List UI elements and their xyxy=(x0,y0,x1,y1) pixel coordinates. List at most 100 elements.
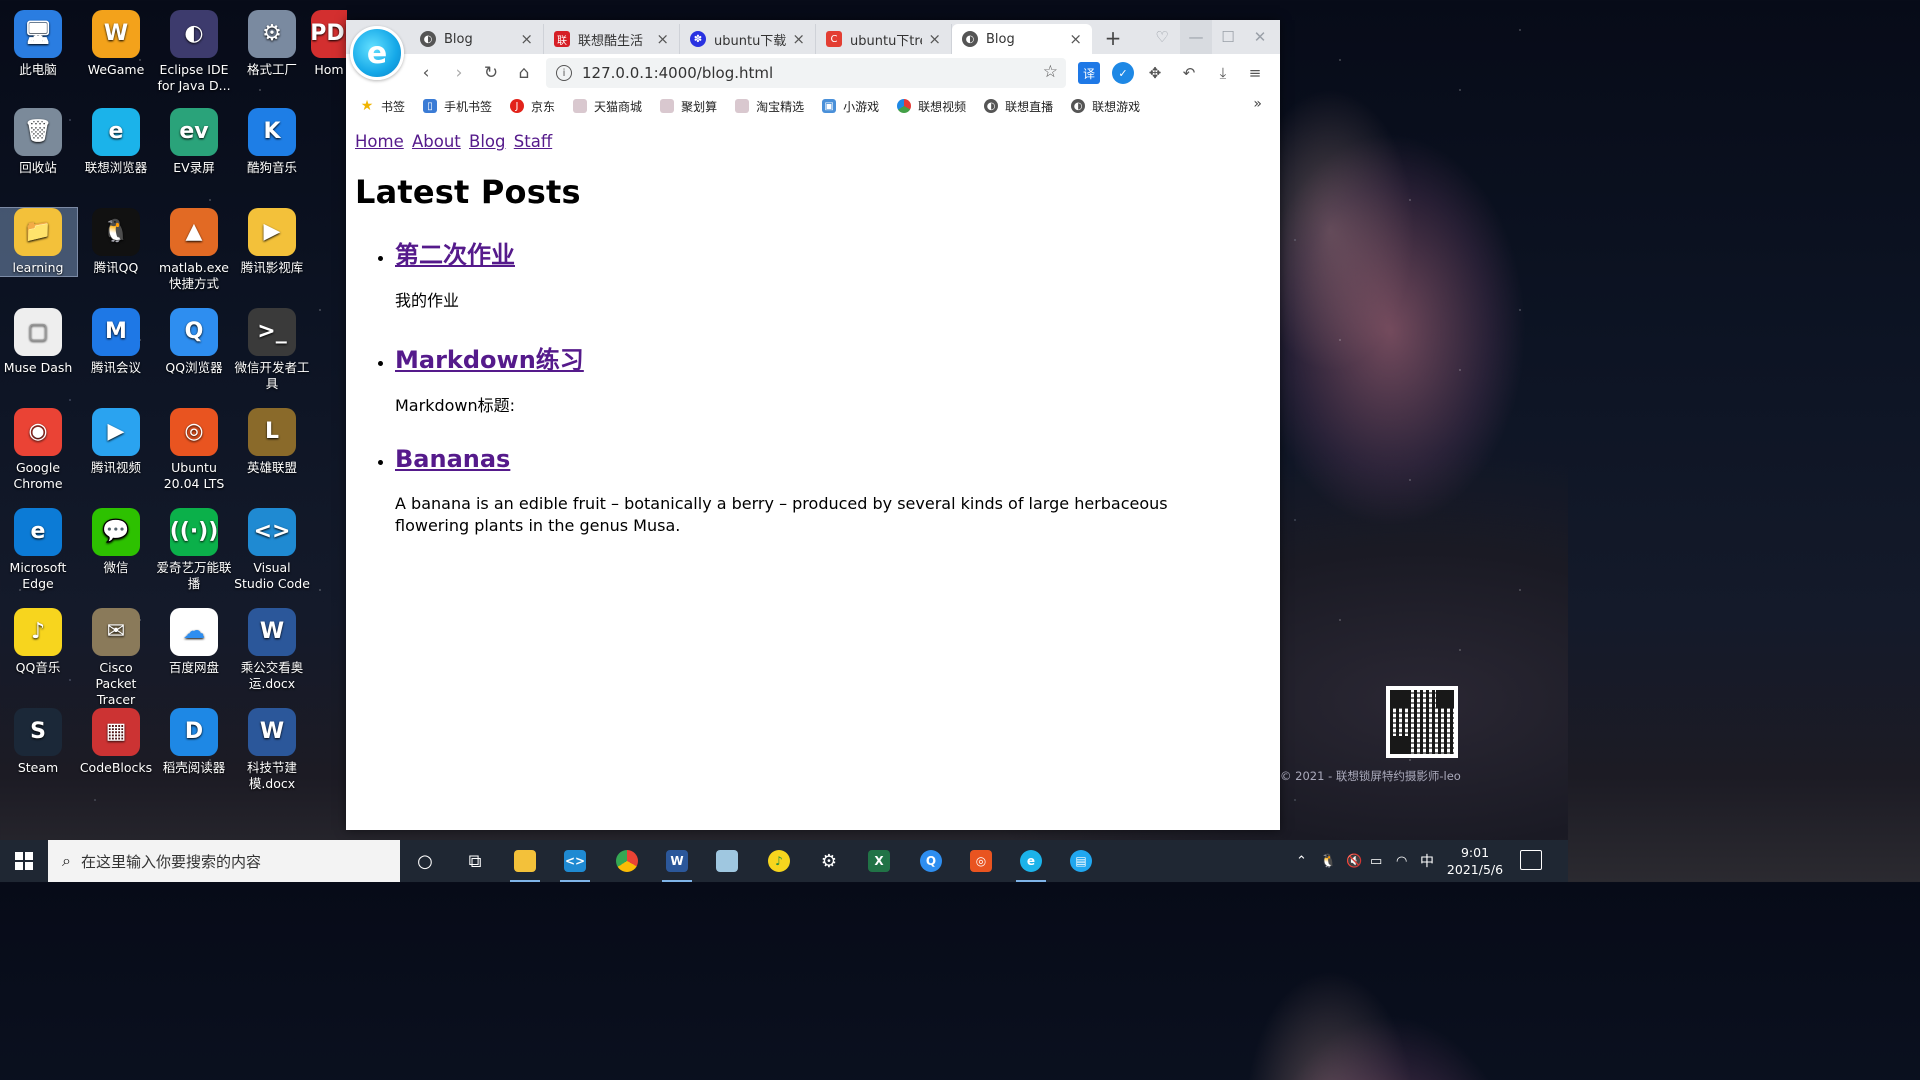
desktop-icon[interactable]: ⚙ 格式工厂 xyxy=(233,10,311,78)
bookmark-item[interactable]: J 京东 xyxy=(510,98,555,115)
desktop-icon[interactable]: W WeGame xyxy=(77,10,155,78)
shield-extension-icon[interactable]: ✓ xyxy=(1112,62,1134,84)
task-view-icon[interactable]: ⧉ xyxy=(458,846,492,876)
close-window-button[interactable]: ✕ xyxy=(1244,20,1276,54)
file-explorer-icon[interactable] xyxy=(508,846,542,882)
site-info-icon[interactable]: i xyxy=(556,65,572,81)
tab-close-icon[interactable]: × xyxy=(520,30,533,48)
desktop-icon[interactable]: 🖥 此电脑 xyxy=(0,10,77,78)
desktop-icon[interactable]: 🐧 腾讯QQ xyxy=(77,208,155,276)
desktop-icon[interactable]: ◎ Ubuntu 20.04 LTS xyxy=(155,408,233,492)
desktop-icon[interactable]: ▢ Muse Dash xyxy=(0,308,77,376)
wifi-icon[interactable]: ◠ xyxy=(1396,840,1407,882)
desktop-icon[interactable]: 📁 learning xyxy=(0,207,78,277)
tab-close-icon[interactable]: × xyxy=(792,30,805,48)
bookmark-item[interactable]: ▣ 小游戏 xyxy=(822,98,879,115)
excel-taskbar-icon[interactable]: X xyxy=(862,846,896,876)
tray-chevron-icon[interactable]: ⌃ xyxy=(1296,840,1307,882)
desktop-icon[interactable]: K 酷狗音乐 xyxy=(233,108,311,176)
lenovo-browser-taskbar-icon[interactable]: e xyxy=(1014,846,1048,882)
taskbar-search-box[interactable]: ⌕ 在这里输入你要搜索的内容 xyxy=(48,840,400,882)
browser-taskbar-icon[interactable]: ▤ xyxy=(1064,846,1098,876)
qqmusic-taskbar-icon[interactable]: ♪ xyxy=(762,846,796,876)
browser-logo-icon[interactable]: e xyxy=(350,26,404,80)
desktop-icon[interactable]: e 联想浏览器 xyxy=(77,108,155,176)
tab-ubuntu-csdn[interactable]: C ubuntu下tre × xyxy=(816,24,952,54)
desktop-icon[interactable]: e Microsoft Edge xyxy=(0,508,77,592)
tab-close-icon[interactable]: × xyxy=(1069,30,1082,48)
desktop-icon[interactable]: Q QQ浏览器 xyxy=(155,308,233,376)
post-title-link[interactable]: 第二次作业 xyxy=(395,235,515,270)
reload-button[interactable]: ↻ xyxy=(477,60,505,86)
qq-tray-icon[interactable]: 🐧 xyxy=(1320,840,1336,882)
bookmark-item[interactable]: 淘宝精选 xyxy=(735,98,804,115)
chrome-taskbar-icon[interactable] xyxy=(610,846,644,876)
nav-link-blog[interactable]: Blog xyxy=(469,132,505,151)
tab-blog-active[interactable]: ◐ Blog × xyxy=(952,24,1092,54)
nav-link-staff[interactable]: Staff xyxy=(514,132,552,151)
vscode-taskbar-icon[interactable]: <> xyxy=(558,846,592,882)
bookmarks-more-button[interactable]: » xyxy=(1253,96,1262,112)
desktop-icon[interactable]: <> Visual Studio Code xyxy=(233,508,311,592)
bookmark-item[interactable]: ◐ 联想游戏 xyxy=(1071,98,1140,115)
tab-close-icon[interactable]: × xyxy=(928,30,941,48)
qqbrowser-taskbar-icon[interactable]: Q xyxy=(914,846,948,876)
bookmark-item[interactable]: ◐ 联想直播 xyxy=(984,98,1053,115)
desktop-icon[interactable]: ev EV录屏 xyxy=(155,108,233,176)
back-button[interactable]: ‹ xyxy=(412,60,440,86)
bookmark-item[interactable]: 联想视频 xyxy=(897,98,966,115)
tab-close-icon[interactable]: × xyxy=(656,30,669,48)
post-title-link[interactable]: Markdown练习 xyxy=(395,340,584,375)
desktop-icon[interactable]: 💬 微信 xyxy=(77,508,155,576)
desktop-icon[interactable]: S Steam xyxy=(0,708,77,776)
desktop-icon[interactable]: W 乘公交看奥运.docx xyxy=(233,608,311,692)
download-icon[interactable]: ⤓ xyxy=(1212,62,1234,84)
bookmark-star-icon[interactable]: ☆ xyxy=(1043,62,1058,82)
desktop-icon[interactable]: >_ 微信开发者工具 xyxy=(233,308,311,392)
translate-icon[interactable]: 译 xyxy=(1078,62,1100,84)
desktop-icon[interactable]: ▲ matlab.exe 快捷方式 xyxy=(155,208,233,292)
desktop-icon[interactable]: ▦ CodeBlocks xyxy=(77,708,155,776)
address-bar[interactable]: i 127.0.0.1:4000/blog.html ☆ xyxy=(546,58,1066,88)
minimize-button[interactable]: — xyxy=(1180,20,1212,54)
desktop-icon[interactable]: PDF Hom xyxy=(311,10,347,78)
word-taskbar-icon[interactable]: W xyxy=(660,846,694,882)
extensions-icon[interactable]: ✥ xyxy=(1144,62,1166,84)
nav-link-home[interactable]: Home xyxy=(355,132,404,151)
undo-close-tab-icon[interactable]: ↶ xyxy=(1178,62,1200,84)
ubuntu-taskbar-icon[interactable]: ◎ xyxy=(964,846,998,876)
desktop-icon[interactable]: ▶ 腾讯影视库 xyxy=(233,208,311,276)
bookmark-item[interactable]: ▯ 手机书签 xyxy=(423,98,492,115)
desktop-icon[interactable]: ◉ Google Chrome xyxy=(0,408,77,492)
desktop-icon[interactable]: M 腾讯会议 xyxy=(77,308,155,376)
desktop-icon[interactable]: W 科技节建模.docx xyxy=(233,708,311,792)
volume-muted-icon[interactable]: 🔇 xyxy=(1346,840,1362,882)
desktop-icon[interactable]: 🗑 回收站 xyxy=(0,108,77,176)
notes-taskbar-icon[interactable] xyxy=(710,846,744,876)
battery-icon[interactable]: ▭ xyxy=(1370,840,1382,882)
bookmark-item[interactable]: ★ 书签 xyxy=(360,98,405,115)
skin-icon[interactable]: ♡ xyxy=(1146,20,1178,54)
desktop-icon[interactable]: ♪ QQ音乐 xyxy=(0,608,77,676)
notification-center-icon[interactable] xyxy=(1520,850,1542,870)
desktop-icon[interactable]: ◐ Eclipse IDE for Java D... xyxy=(155,10,233,94)
tab-ubuntu-baidu[interactable]: ✽ ubuntu下载t × xyxy=(680,24,816,54)
start-button[interactable] xyxy=(0,840,48,882)
taskbar-clock[interactable]: 9:01 2021/5/6 xyxy=(1440,844,1510,878)
tab-lenovo-life[interactable]: 联 联想酷生活 × xyxy=(544,24,680,54)
settings-taskbar-icon[interactable]: ⚙ xyxy=(812,846,846,876)
desktop-icon[interactable]: ▶ 腾讯视频 xyxy=(77,408,155,476)
maximize-button[interactable]: ☐ xyxy=(1212,20,1244,54)
bookmark-item[interactable]: 天猫商城 xyxy=(573,98,642,115)
desktop-icon[interactable]: L 英雄联盟 xyxy=(233,408,311,476)
desktop-icon[interactable]: ☁ 百度网盘 xyxy=(155,608,233,676)
desktop-icon[interactable]: D 稻壳阅读器 xyxy=(155,708,233,776)
home-button[interactable]: ⌂ xyxy=(510,60,538,86)
forward-button[interactable]: › xyxy=(445,60,473,86)
nav-link-about[interactable]: About xyxy=(412,132,461,151)
desktop-icon[interactable]: ✉ Cisco Packet Tracer xyxy=(77,608,155,708)
bookmark-item[interactable]: 聚划算 xyxy=(660,98,717,115)
menu-icon[interactable]: ≡ xyxy=(1244,62,1266,84)
cortana-icon[interactable]: ○ xyxy=(408,846,442,876)
tab-blog-1[interactable]: ◐ Blog × xyxy=(410,24,544,54)
